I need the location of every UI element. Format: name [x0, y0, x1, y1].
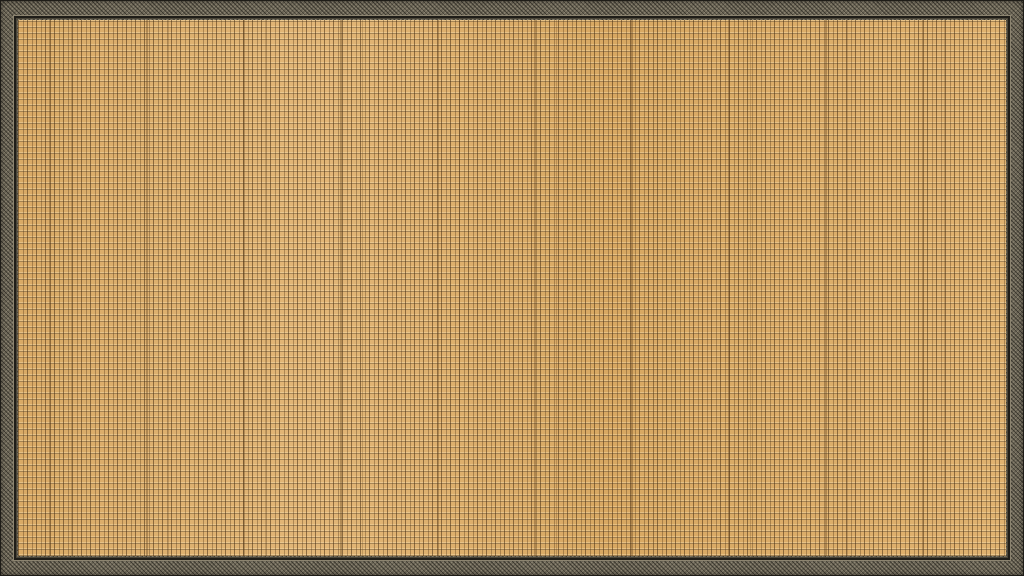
woven-straw-field: [18, 20, 1006, 556]
woven-mat: [0, 0, 1024, 576]
